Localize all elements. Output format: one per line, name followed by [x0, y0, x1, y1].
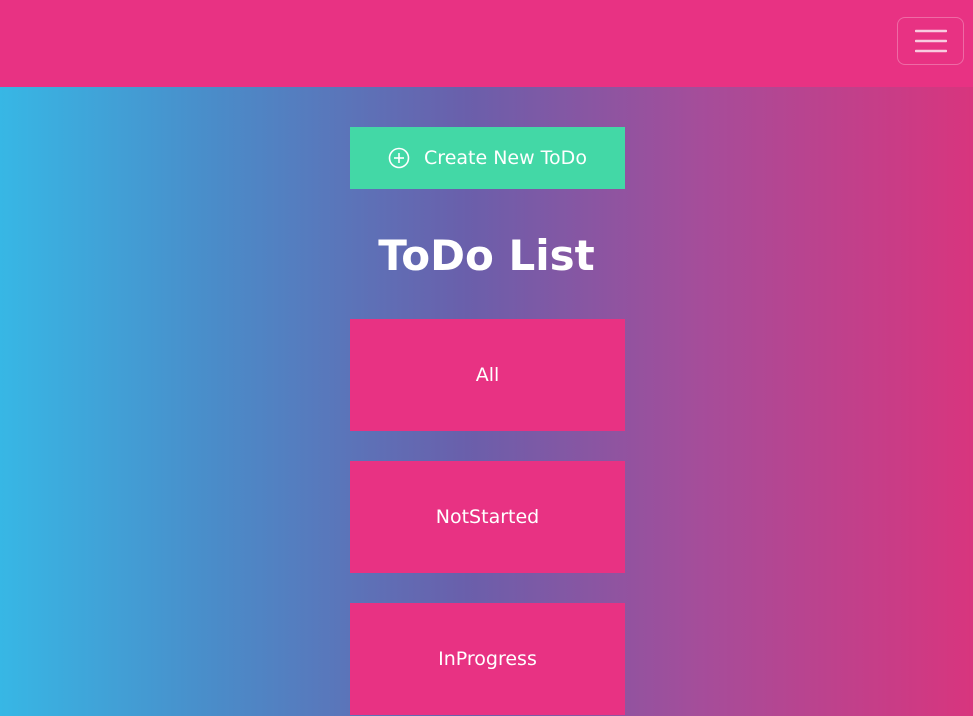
filter-label: NotStarted — [435, 506, 540, 528]
plus-circle-icon — [388, 147, 410, 169]
filter-label: All — [475, 364, 500, 386]
top-navbar — [0, 0, 973, 87]
create-button-label: Create New ToDo — [424, 147, 587, 169]
hamburger-menu-icon — [914, 29, 947, 53]
create-new-todo-button[interactable]: Create New ToDo — [350, 127, 625, 189]
filter-all-button[interactable]: All — [350, 319, 625, 431]
filter-inprogress-button[interactable]: InProgress — [350, 603, 625, 715]
page-title: ToDo List — [378, 231, 595, 280]
menu-toggle-button[interactable] — [897, 17, 964, 65]
filter-notstarted-button[interactable]: NotStarted — [350, 461, 625, 573]
filter-label: InProgress — [438, 648, 537, 670]
